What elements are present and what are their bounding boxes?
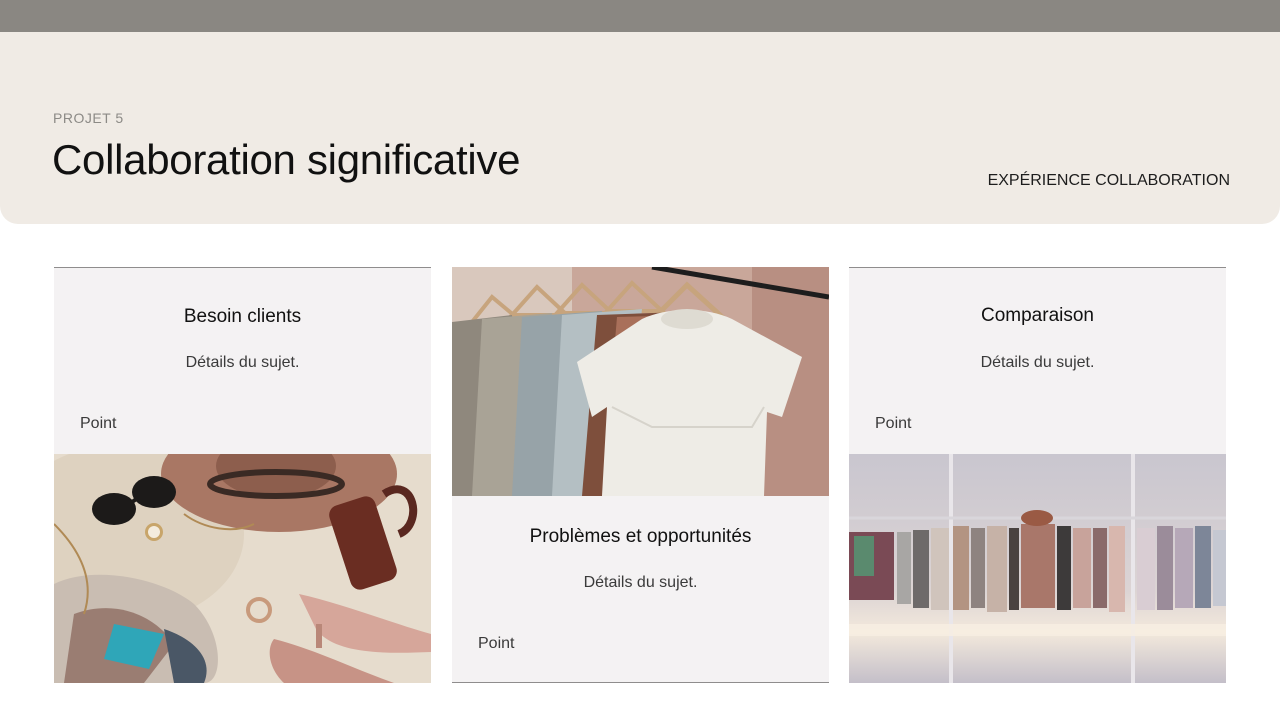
top-bar (0, 0, 1280, 32)
card-comparaison: Comparaison Détails du sujet. Point (849, 267, 1226, 455)
card-heading: Comparaison (981, 305, 1094, 326)
page-title: Collaboration significative (52, 136, 521, 183)
project-label: PROJET 5 (53, 110, 124, 126)
card-details: Détails du sujet. (185, 354, 300, 371)
card-point: Point (478, 635, 515, 652)
card-point: Point (875, 415, 912, 432)
clothing-rack-photo (849, 454, 1226, 683)
card-problemes-opportunites: Problèmes et opportunités Détails du suj… (452, 496, 829, 683)
card-besoin-clients: Besoin clients Détails du sujet. Point (54, 267, 431, 455)
card-details: Détails du sujet. (980, 354, 1095, 371)
tshirts-photo (452, 267, 829, 496)
card-heading: Problèmes et opportunités (529, 526, 752, 547)
category-label: EXPÉRIENCE COLLABORATION (987, 172, 1230, 189)
header-section: PROJET 5 Collaboration significative EXP… (0, 32, 1280, 224)
accessories-photo (54, 454, 431, 683)
card-details: Détails du sujet. (583, 574, 698, 591)
card-point: Point (80, 415, 117, 432)
card-heading: Besoin clients (183, 306, 302, 327)
